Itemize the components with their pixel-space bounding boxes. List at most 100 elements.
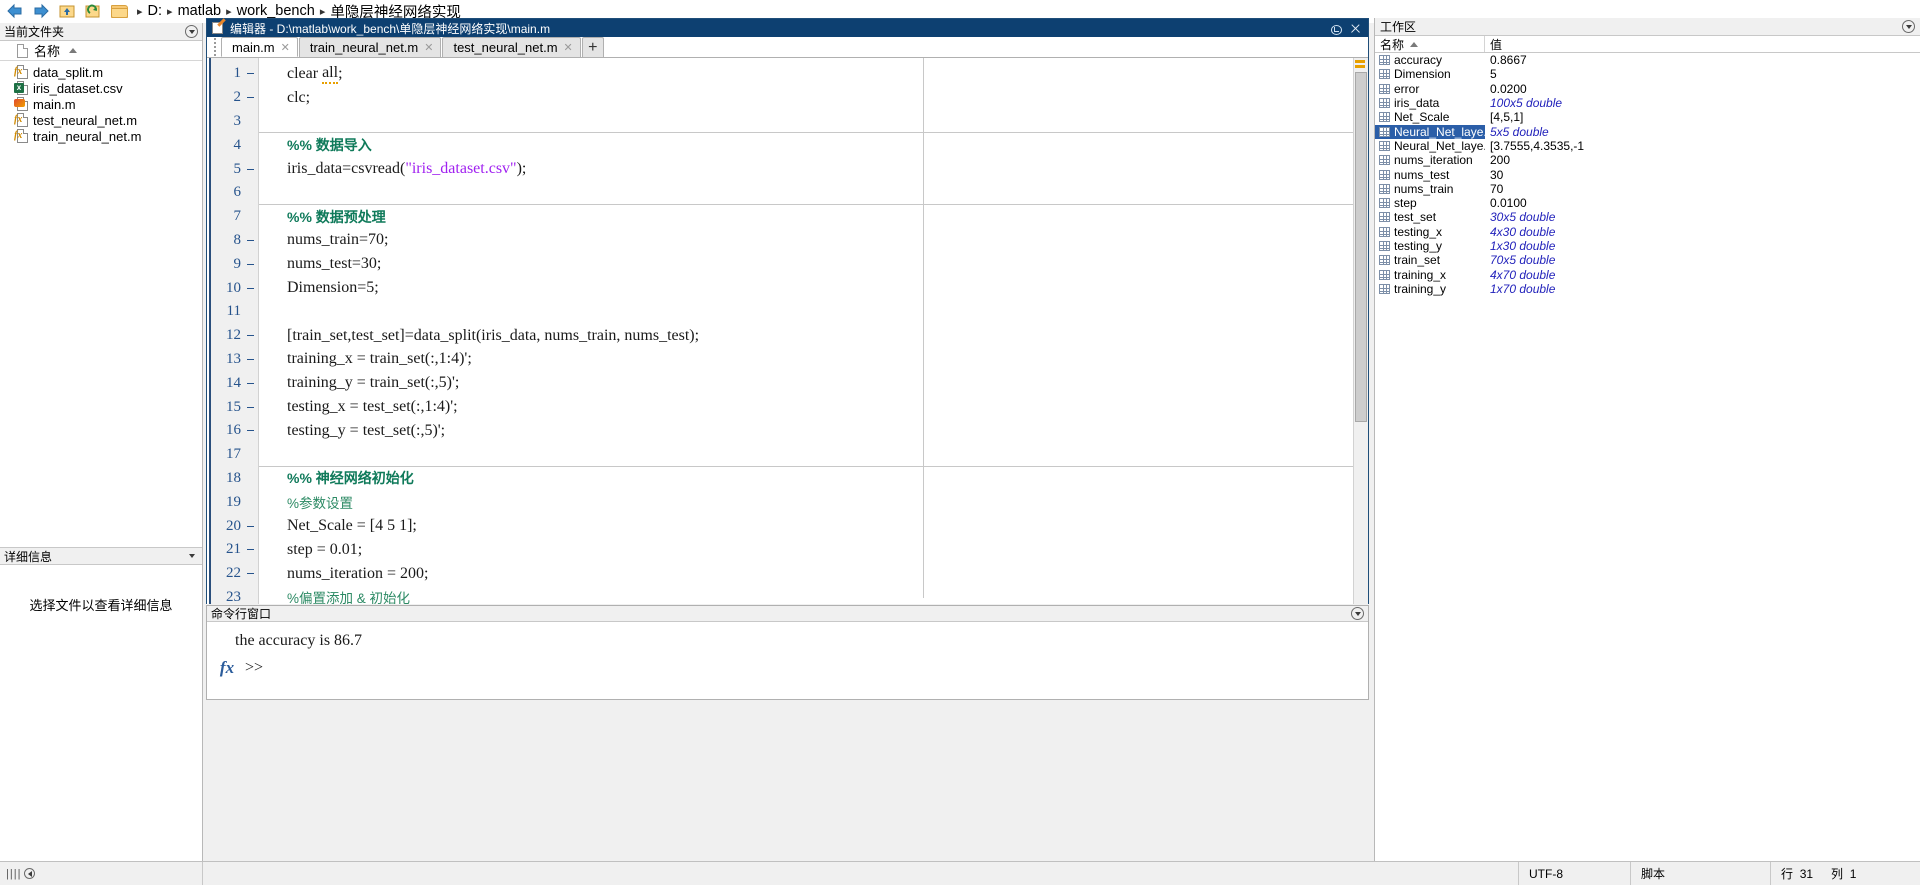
code-line[interactable]: %% 数据导入 [259, 132, 1368, 157]
back-arrow-icon[interactable] [4, 1, 26, 21]
workspace-variable-row[interactable]: Neural_Net_laye... [3.7555,4.3535,-1 [1375, 139, 1920, 153]
chevron-left-icon[interactable] [24, 868, 36, 879]
scrollbar-marks [1355, 60, 1367, 70]
tab-label: test_neural_net.m [453, 40, 558, 55]
code-line[interactable]: iris_data=csvread("iris_dataset.csv"); [259, 157, 1368, 181]
breadcrumb-item-1[interactable]: matlab [178, 3, 222, 19]
tab-close-icon[interactable]: ✕ [564, 41, 573, 54]
variable-name: train_set [1394, 253, 1441, 268]
workspace-variable-row[interactable]: train_set 70x5 double [1375, 253, 1920, 267]
refresh-icon[interactable] [82, 1, 104, 21]
list-item[interactable]: fx test_neural_net.m [0, 112, 202, 128]
code-line[interactable]: testing_y = test_set(:,5)'; [259, 419, 1368, 443]
line-number: 16 [211, 419, 258, 443]
status-col-label: 列 [1831, 867, 1844, 881]
code-line[interactable]: clc; [259, 86, 1368, 110]
tab-close-icon[interactable]: ✕ [424, 41, 433, 54]
variable-grid-icon [1379, 83, 1390, 94]
workspace-variable-row[interactable]: error 0.0200 [1375, 82, 1920, 96]
code-line[interactable] [259, 443, 1368, 467]
tab-bar-grip-icon[interactable] [210, 37, 219, 56]
code-line[interactable]: testing_x = test_set(:,1:4)'; [259, 395, 1368, 419]
new-tab-button[interactable]: + [581, 37, 604, 57]
code-line[interactable]: %% 数据预处理 [259, 203, 1368, 229]
code-line[interactable]: nums_iteration = 200; [259, 562, 1368, 586]
workspace-title: 工作区 [1380, 20, 1417, 34]
workspace-variable-row[interactable]: nums_test 30 [1375, 167, 1920, 182]
line-number: 7 [233, 208, 242, 225]
column-header-value[interactable]: 值 [1485, 36, 1920, 52]
workspace-variable-row[interactable]: Net_Scale [4,5,1] [1375, 110, 1920, 124]
line-number: 15 [211, 395, 258, 419]
close-icon[interactable] [1350, 23, 1361, 34]
forward-arrow-icon[interactable] [30, 1, 52, 21]
tab-train-neural-net-m[interactable]: train_neural_net.m ✕ [298, 37, 442, 57]
code-line[interactable]: %% 神经网络初始化 [259, 465, 1368, 491]
workspace-variable-row[interactable]: training_x 4x70 double [1375, 267, 1920, 282]
variable-value: 1x30 double [1490, 239, 1556, 253]
workspace-variable-row[interactable]: nums_train 70 [1375, 182, 1920, 196]
code-line[interactable]: step = 0.01; [259, 538, 1368, 562]
variable-name: test_set [1394, 210, 1437, 225]
code-line[interactable]: Dimension=5; [259, 276, 1368, 300]
breadcrumb-item-0[interactable]: D: [148, 3, 163, 19]
workspace-variable-row[interactable]: Dimension 5 [1375, 67, 1920, 81]
workspace-variable-row[interactable]: training_y 1x70 double [1375, 282, 1920, 296]
code-line[interactable]: training_y = train_set(:,5)'; [259, 371, 1368, 395]
up-folder-icon[interactable] [56, 1, 78, 21]
list-item[interactable]: x iris_dataset.csv [0, 80, 202, 96]
editor-vertical-scrollbar[interactable] [1353, 58, 1368, 604]
column-header-name[interactable]: 名称 [1375, 36, 1485, 52]
editor-pencil-icon [212, 17, 226, 35]
workspace-header: 工作区 [1375, 18, 1920, 36]
tab-main-m[interactable]: main.m ✕ [221, 37, 298, 57]
code-area[interactable]: clear all; clc; %% 数据导入 iris_data=csvread(… [259, 58, 1368, 604]
fx-icon[interactable]: fx [215, 658, 239, 678]
m-script-file-icon [14, 96, 28, 112]
code-line[interactable]: [train_set,test_set]=data_split(iris_dat… [259, 324, 1368, 348]
column-header-name[interactable]: 名称 [34, 41, 60, 60]
workspace-variable-row[interactable]: step 0.0100 [1375, 196, 1920, 210]
folder-icon [110, 3, 130, 20]
command-window-body[interactable]: the accuracy is 86.7 fx >> [207, 622, 1368, 678]
details-message: 选择文件以查看详细信息 [29, 598, 173, 613]
editor-title: 编辑器 - D:\matlab\work_bench\单隐层神经网络实现\mai… [230, 21, 551, 36]
code-line[interactable]: training_x = train_set(:,1:4)'; [259, 348, 1368, 372]
list-item[interactable]: fx data_split.m [0, 64, 202, 80]
chevron-down-circle-icon[interactable] [185, 25, 198, 38]
line-number: 18 [226, 469, 241, 486]
code-line[interactable]: nums_test=30; [259, 252, 1368, 276]
workspace-variable-row[interactable]: test_set 30x5 double [1375, 210, 1920, 224]
code-line[interactable]: %参数设置 [259, 490, 1368, 514]
chevron-down-circle-icon[interactable] [1351, 607, 1364, 620]
list-item[interactable]: fx train_neural_net.m [0, 128, 202, 144]
code-line[interactable]: nums_train=70; [259, 229, 1368, 253]
workspace-variable-row[interactable]: nums_iteration 200 [1375, 153, 1920, 167]
command-prompt-row[interactable]: fx >> [215, 658, 1368, 678]
chevron-down-icon[interactable] [185, 550, 198, 563]
breadcrumb-item-2[interactable]: work_bench [237, 3, 315, 19]
variable-value: 100x5 double [1490, 96, 1563, 111]
chevron-down-circle-icon[interactable] [1902, 20, 1915, 33]
code-line[interactable]: clear all; [259, 62, 1368, 86]
code-line[interactable] [259, 300, 1368, 324]
file-name: train_neural_net.m [33, 128, 142, 144]
tab-test-neural-net-m[interactable]: test_neural_net.m ✕ [442, 37, 581, 57]
code-token: Dimension=5; [287, 279, 379, 297]
code-line[interactable] [259, 181, 1368, 205]
tab-close-icon[interactable]: ✕ [281, 41, 290, 54]
list-item[interactable]: main.m [0, 96, 202, 112]
workspace-variable-row[interactable]: testing_x 4x30 double [1375, 225, 1920, 239]
code-line[interactable]: Net_Scale = [4 5 1]; [259, 514, 1368, 538]
file-list: fx data_split.m x iris_dataset.csv main.… [0, 61, 202, 144]
workspace-variable-row[interactable]: iris_data 100x5 double [1375, 96, 1920, 110]
code-line[interactable] [259, 110, 1368, 134]
workspace-variable-row[interactable]: Neural_Net_laye... 5x5 double [1375, 124, 1920, 139]
line-number: 8 [211, 229, 258, 253]
code-line[interactable]: %偏置添加 & 初始化 [259, 586, 1368, 604]
workspace-variable-row[interactable]: accuracy 0.8667 [1375, 53, 1920, 67]
undock-icon[interactable] [1330, 23, 1342, 35]
scrollbar-thumb[interactable] [1355, 72, 1367, 422]
m-function-file-icon: fx [14, 128, 28, 144]
workspace-variable-row[interactable]: testing_y 1x30 double [1375, 239, 1920, 253]
